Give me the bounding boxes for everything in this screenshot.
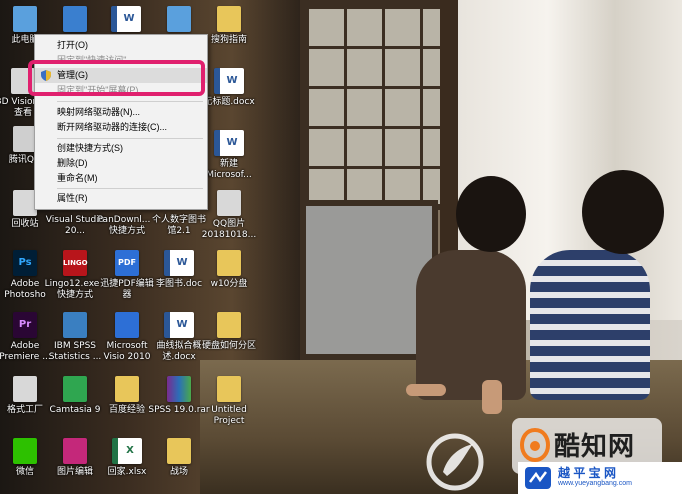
excel-file-icon: X (112, 438, 142, 464)
watermark-site-url: www.yueyangbang.com (558, 480, 632, 487)
child-hand (406, 384, 446, 396)
menu-separator (57, 138, 203, 139)
watermark-badge-text: 酷知网 (554, 431, 636, 461)
control-panel-icon (167, 6, 191, 32)
icon-label: 硬盘如何分区 (201, 341, 256, 351)
icon-label: 搜狗指南 (210, 35, 247, 45)
word-docx-icon: W (214, 68, 244, 94)
image-file-icon (217, 190, 241, 216)
folder-icon (217, 312, 241, 338)
child-left-head (456, 176, 526, 252)
icon-label: Camtasia 9 (49, 405, 101, 415)
icon-label: QQ图片 20181018... (201, 219, 257, 240)
icon-label: 曲线拟合概述.docx (156, 341, 202, 362)
menu-item-map-network-drive[interactable]: 映射网络驱动器(N)... (35, 105, 207, 120)
format-factory-icon (13, 376, 37, 402)
visio-icon (115, 312, 139, 338)
lingo-icon: LINGO (63, 250, 88, 276)
word-doc-icon: W (164, 250, 194, 276)
desktop-icon-disk-partition[interactable]: 硬盘如何分区 (198, 312, 260, 352)
icon-label: Untitled Project (211, 405, 247, 426)
wechat-icon (13, 438, 37, 464)
icon-label: 回家.xlsx (107, 467, 147, 477)
desktop-icon-zhanchang[interactable]: 战场 (148, 438, 210, 478)
spss-icon (63, 312, 87, 338)
site-logo-icon (525, 467, 551, 489)
word-doc-icon: W (111, 6, 141, 32)
icon-label: Microsoft Visio 2010 (103, 341, 151, 362)
image-editor-icon (63, 438, 87, 464)
folder-icon (217, 376, 241, 402)
menu-item-disconnect-network-drive[interactable]: 断开网络驱动器的连接(C)... (35, 120, 207, 135)
baidu-jingyan-icon (115, 376, 139, 402)
word-doc-icon: W (214, 130, 244, 156)
menu-item-open[interactable]: 打开(O) (35, 38, 207, 53)
menu-item-delete[interactable]: 删除(D) (35, 156, 207, 171)
icon-label: w10分盘 (210, 279, 248, 289)
desktop-icon-untitled-project[interactable]: Untitled Project (198, 376, 260, 427)
premiere-icon: Pr (13, 312, 37, 338)
icon-label: 李图书.doc (155, 279, 203, 289)
menu-item-rename[interactable]: 重命名(M) (35, 171, 207, 186)
child-left (416, 250, 526, 400)
icon-label: 格式工厂 (6, 405, 43, 415)
icon-label: 百度经验 (108, 405, 145, 415)
folder-icon (217, 6, 241, 32)
word-docx-icon: W (164, 312, 194, 338)
icon-label: 新建 Microsof... (206, 159, 252, 180)
icon-label: 图片编辑 (56, 467, 93, 477)
this-pc-icon (13, 6, 37, 32)
desktop-icon-w10-partition[interactable]: w10分盘 (198, 250, 260, 290)
camtasia-icon (63, 376, 87, 402)
icon-label: 回收站 (11, 219, 39, 229)
icon-label: 无标题.docx (203, 97, 255, 107)
shoji-window (300, 0, 450, 210)
icon-label: Adobe Photosho (4, 279, 46, 300)
menu-item-properties[interactable]: 属性(R) (35, 191, 207, 206)
annotation-highlight-box (28, 60, 205, 96)
network-icon (63, 6, 87, 32)
menu-separator (57, 188, 203, 189)
watermark-logo-icon (426, 433, 484, 491)
folder-icon (217, 250, 241, 276)
watermark-bar: 越 平 宝 网 www.yueyangbang.com (518, 462, 682, 494)
menu-separator (57, 101, 203, 102)
watermark-site-title: 越 平 宝 网 (558, 466, 617, 480)
icon-label: 微信 (15, 467, 34, 477)
pdf-editor-icon: PDF (115, 250, 139, 276)
kuzhi-logo-icon (520, 428, 550, 462)
folder-icon (167, 438, 191, 464)
photoshop-icon: Ps (13, 250, 37, 276)
menu-item-create-shortcut[interactable]: 创建快捷方式(S) (35, 141, 207, 156)
icon-label: 战场 (169, 467, 188, 477)
child-right-head (582, 170, 664, 254)
child-leg (482, 380, 502, 414)
icon-label: 迅捷PDF编辑器 (100, 279, 154, 300)
child-right (530, 250, 650, 400)
icon-label: IBM SPSS Statistics ... (48, 341, 102, 362)
rar-archive-icon (167, 376, 191, 402)
